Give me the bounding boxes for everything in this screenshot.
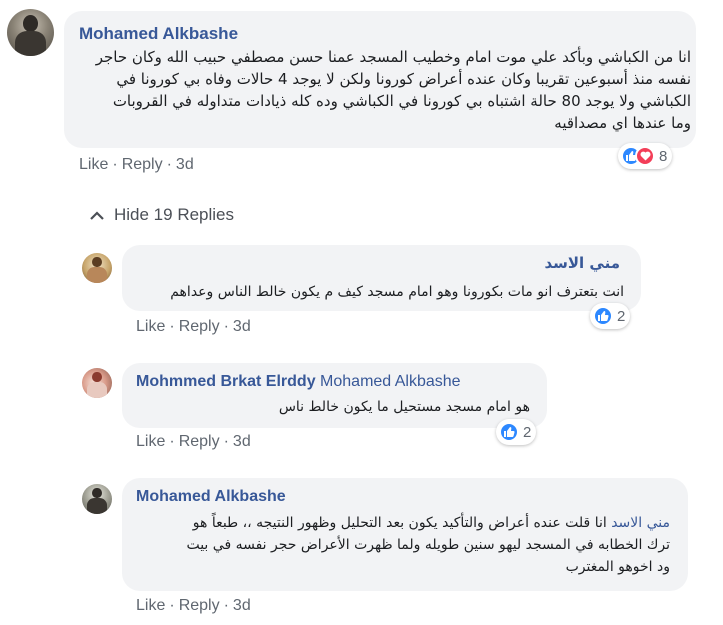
timestamp[interactable]: 3d bbox=[176, 156, 194, 173]
hide-replies-button[interactable]: Hide 19 Replies bbox=[90, 205, 234, 225]
avatar[interactable] bbox=[7, 9, 54, 56]
reactions-summary[interactable]: 2 bbox=[590, 303, 631, 329]
like-reaction-icon bbox=[499, 422, 519, 442]
reply-text-line: انت بتعترف انو مات بكورونا وهو امام مسجد… bbox=[170, 284, 624, 300]
comment-text-line: نفسه منذ أسبوعين تقريبا وكان عنده أعراض … bbox=[116, 70, 691, 88]
reactions-summary[interactable]: 8 bbox=[618, 143, 673, 169]
like-link[interactable]: Like bbox=[136, 433, 165, 450]
reply-author-name[interactable]: Mohamed Alkbashe bbox=[136, 488, 286, 506]
reply-link[interactable]: Reply bbox=[179, 597, 220, 614]
reply-author-link[interactable]: Mohmmed Brkat Elrddy bbox=[136, 373, 316, 390]
comment-author-name[interactable]: Mohamed Alkbashe bbox=[79, 24, 238, 44]
like-reaction-icon bbox=[593, 306, 613, 326]
comment-text-line: انا من الكباشي وبأكد علي موت امام وخطيب … bbox=[95, 48, 691, 66]
mention-link[interactable]: مني الاسد bbox=[611, 515, 670, 531]
reply-link[interactable]: Reply bbox=[122, 156, 163, 173]
like-link[interactable]: Like bbox=[136, 318, 165, 335]
reaction-count: 2 bbox=[617, 307, 626, 325]
comment-text-line: الكباشي ولا يوجد 80 حالة اشتباه بي كورون… bbox=[112, 92, 691, 110]
reply-text-line: مني الاسد انا قلت عنده أعراض والتأكيد يك… bbox=[120, 512, 670, 534]
chevron-up-icon bbox=[90, 210, 104, 220]
avatar[interactable] bbox=[82, 368, 112, 398]
like-link[interactable]: Like bbox=[79, 156, 108, 173]
comment-text-line: وما عندها اي مصداقيه bbox=[554, 114, 691, 132]
reply-author-name[interactable]: مني الاسد bbox=[320, 254, 620, 272]
love-reaction-icon bbox=[635, 146, 655, 166]
reply-actions: Like · Reply · 3d bbox=[136, 433, 251, 450]
reply-text-line: هو امام مسجد مستحيل ما يكون خالط ناس bbox=[278, 399, 530, 415]
comment-actions: Like · Reply · 3d bbox=[79, 156, 194, 173]
reply-text-line: ود اخوهو المغترب bbox=[565, 559, 670, 575]
reactions-summary[interactable]: 2 bbox=[496, 419, 537, 445]
avatar[interactable] bbox=[82, 253, 112, 283]
reply-link[interactable]: Reply bbox=[179, 318, 220, 335]
mention-link[interactable]: Mohamed Alkbashe bbox=[320, 373, 461, 390]
reply-link[interactable]: Reply bbox=[179, 433, 220, 450]
reaction-count: 8 bbox=[659, 147, 668, 165]
reply-text-line: ترك الخطابه في المسجد ليهو سنين طويله ول… bbox=[186, 537, 670, 553]
avatar[interactable] bbox=[82, 484, 112, 514]
hide-replies-label: Hide 19 Replies bbox=[114, 205, 235, 224]
reply-actions: Like · Reply · 3d bbox=[136, 318, 251, 335]
reply-author-name: Mohmmed Brkat Elrddy Mohamed Alkbashe bbox=[136, 373, 461, 391]
reply-actions: Like · Reply · 3d bbox=[136, 597, 251, 614]
timestamp[interactable]: 3d bbox=[233, 318, 251, 335]
timestamp[interactable]: 3d bbox=[233, 433, 251, 450]
reaction-count: 2 bbox=[523, 423, 532, 441]
like-link[interactable]: Like bbox=[136, 597, 165, 614]
timestamp[interactable]: 3d bbox=[233, 597, 251, 614]
reply-text: انا قلت عنده أعراض والتأكيد يكون بعد الت… bbox=[192, 515, 607, 531]
